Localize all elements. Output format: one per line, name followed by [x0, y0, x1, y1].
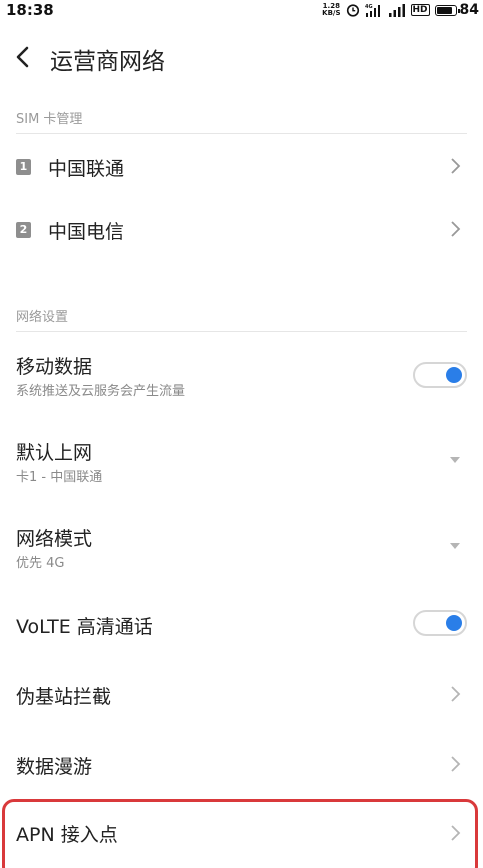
sim-item-1[interactable]: 1 中国联通: [0, 140, 483, 194]
mobile-data-subtitle: 系统推送及云服务会产生流量: [16, 384, 186, 399]
back-arrow-icon[interactable]: [10, 42, 38, 72]
status-bar: 18:38 1.28 KB/S 4G HD 84: [0, 0, 483, 20]
default-internet-title: 默认上网: [16, 442, 93, 464]
fake-base-station-row[interactable]: 伪基站拦截: [0, 670, 483, 720]
sim-name: 中国电信: [48, 221, 125, 243]
signal-4g-icon: 4G: [365, 4, 380, 17]
signal-icon: [388, 4, 405, 17]
sim-item-2[interactable]: 2 中国电信: [0, 203, 483, 257]
chevron-right-icon: [451, 221, 461, 237]
mobile-data-row[interactable]: 移动数据 系统推送及云服务会产生流量: [0, 340, 483, 406]
battery-percent: 84: [459, 2, 479, 18]
default-internet-value: 卡1 - 中国联通: [16, 470, 103, 485]
chevron-right-icon: [451, 756, 461, 772]
fake-base-station-title: 伪基站拦截: [16, 686, 112, 708]
svg-text:4G: 4G: [365, 4, 373, 10]
volte-row[interactable]: VoLTE 高清通话: [0, 600, 483, 650]
chevron-right-icon: [451, 158, 461, 174]
network-mode-title: 网络模式: [16, 528, 93, 550]
data-roaming-title: 数据漫游: [16, 756, 93, 778]
dropdown-caret-icon: [450, 543, 460, 549]
volte-toggle[interactable]: [413, 610, 467, 636]
mobile-data-title: 移动数据: [16, 356, 93, 378]
status-time: 18:38: [6, 1, 54, 19]
status-icons: 1.28 KB/S 4G HD 84: [322, 2, 479, 18]
mobile-data-toggle[interactable]: [413, 362, 467, 388]
network-mode-value: 优先 4G: [16, 556, 65, 571]
app-header: 运营商网络: [0, 30, 483, 86]
default-internet-row[interactable]: 默认上网 卡1 - 中国联通: [0, 426, 483, 492]
hd-badge: HD: [410, 4, 430, 16]
battery-icon: 84: [434, 2, 479, 18]
network-mode-row[interactable]: 网络模式 优先 4G: [0, 512, 483, 578]
page-title: 运营商网络: [50, 49, 165, 75]
sim-section-label: SIM 卡管理: [16, 112, 83, 127]
alarm-icon: [346, 4, 359, 17]
sim-name: 中国联通: [48, 158, 125, 180]
volte-title: VoLTE 高清通话: [16, 616, 153, 638]
sim-slot-1-icon: 1: [16, 159, 31, 175]
divider: [16, 331, 467, 332]
chevron-right-icon: [451, 686, 461, 702]
divider: [16, 133, 467, 134]
data-roaming-row[interactable]: 数据漫游: [0, 740, 483, 790]
dropdown-caret-icon: [450, 457, 460, 463]
sim-slot-2-icon: 2: [16, 222, 31, 238]
network-speed: 1.28 KB/S: [322, 2, 341, 17]
network-section-label: 网络设置: [16, 310, 69, 325]
apn-highlight-box: [2, 799, 478, 868]
